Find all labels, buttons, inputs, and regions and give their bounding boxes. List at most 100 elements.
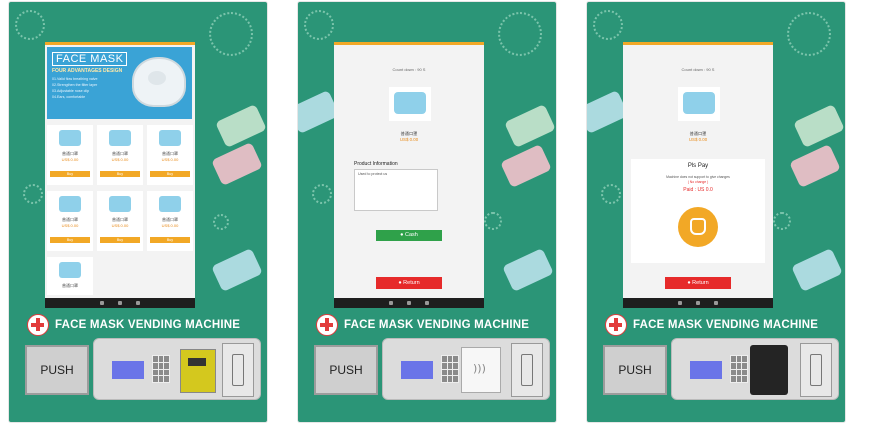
n95-mask-image xyxy=(132,57,186,107)
push-door[interactable]: PUSH xyxy=(314,345,378,395)
return-button[interactable]: ● Return xyxy=(376,277,442,289)
back-icon[interactable] xyxy=(389,301,393,305)
return-button-label: Return xyxy=(403,280,420,286)
lcd-display xyxy=(112,361,144,379)
virus-decoration xyxy=(15,10,45,40)
mask-icon xyxy=(159,196,181,212)
coin-slot[interactable] xyxy=(800,343,832,397)
mask-decoration xyxy=(500,144,552,188)
buy-button[interactable]: Buy xyxy=(50,237,90,243)
virus-decoration xyxy=(787,12,831,56)
nfc-reader[interactable] xyxy=(461,347,501,393)
touch-screen[interactable]: Count down : 90 S 普通口罩 US$ 0.00 Pls Pay … xyxy=(623,42,773,308)
push-door[interactable]: PUSH xyxy=(603,345,667,395)
buy-button[interactable]: Buy xyxy=(150,171,190,177)
keypad[interactable] xyxy=(152,355,170,383)
red-cross-icon xyxy=(316,314,338,336)
machine-title: FACE MASK VENDING MACHINE xyxy=(344,319,530,331)
return-button-label: Return xyxy=(692,280,709,286)
vending-machine-1: FACE MASK FOUR ADVANTAGES DESIGN 01.Vali… xyxy=(9,2,267,422)
virus-decoration xyxy=(484,212,502,230)
recent-icon[interactable] xyxy=(425,301,429,305)
android-nav-bar xyxy=(334,298,484,308)
product-card[interactable]: 普通口罩 US$ 0.00 Buy xyxy=(47,191,93,251)
android-nav-bar xyxy=(45,298,195,308)
virus-decoration xyxy=(773,212,791,230)
mask-icon xyxy=(109,196,131,212)
product-price: US$ 0.00 xyxy=(61,157,79,162)
payment-panel xyxy=(93,338,261,400)
mask-decoration xyxy=(789,144,841,188)
pay-title: Pls Pay xyxy=(687,163,709,169)
home-icon[interactable] xyxy=(407,301,411,305)
mask-icon xyxy=(109,130,131,146)
bill-acceptor[interactable] xyxy=(750,345,788,395)
mask-icon xyxy=(394,92,426,114)
red-cross-icon xyxy=(27,314,49,336)
home-icon[interactable] xyxy=(696,301,700,305)
red-cross-icon xyxy=(605,314,627,336)
banner-line: 03.Adjustable nose clip xyxy=(52,89,89,93)
banner-line: 04.Ears, comfortable xyxy=(52,95,86,99)
product-price: US$ 0.00 xyxy=(399,137,419,142)
buy-button[interactable]: Buy xyxy=(100,171,140,177)
product-card[interactable]: 普通口罩 US$ 0.00 Buy xyxy=(47,125,93,185)
coin-slot[interactable] xyxy=(511,343,543,397)
virus-decoration xyxy=(209,12,253,56)
machine-title: FACE MASK VENDING MACHINE xyxy=(633,319,819,331)
keypad[interactable] xyxy=(730,355,748,383)
payment-panel xyxy=(382,338,550,400)
product-price: US$ 0.00 xyxy=(688,137,708,142)
machine-title: FACE MASK VENDING MACHINE xyxy=(55,319,241,331)
lcd-display xyxy=(401,361,433,379)
mask-decoration xyxy=(791,248,843,292)
back-icon[interactable] xyxy=(678,301,682,305)
virus-decoration xyxy=(23,184,43,204)
mask-decoration xyxy=(211,248,263,292)
product-card[interactable]: 普通口罩 US$ 0.00 Buy xyxy=(97,125,143,185)
countdown-header: Count down : 90 S xyxy=(392,67,426,72)
machine-title-bar: FACE MASK VENDING MACHINE xyxy=(27,312,257,338)
pay-note: Machine does not support to give changes xyxy=(666,175,730,179)
banner-line: 02.Strengthen the filter layer xyxy=(52,83,98,87)
product-info-box: Used to protect us xyxy=(354,169,438,211)
banner-line: 01.Valid flow breathing valve xyxy=(52,77,98,81)
product-card[interactable]: 普通口罩 US$ 0.00 Buy xyxy=(97,191,143,251)
cash-button-label: Cash xyxy=(405,232,418,238)
mask-icon xyxy=(683,92,715,114)
product-info-text: Used to protect us xyxy=(358,172,388,176)
push-door[interactable]: PUSH xyxy=(25,345,89,395)
home-icon[interactable] xyxy=(118,301,122,305)
return-button[interactable]: ● Return xyxy=(665,277,731,289)
back-icon[interactable] xyxy=(100,301,104,305)
buy-button[interactable]: Buy xyxy=(150,237,190,243)
product-info-label: Product Information xyxy=(354,161,398,167)
product-price: US$ 0.00 xyxy=(161,157,179,162)
touch-screen[interactable]: FACE MASK FOUR ADVANTAGES DESIGN 01.Vali… xyxy=(45,42,195,308)
card-reader[interactable] xyxy=(180,349,216,393)
product-price: US$ 0.00 xyxy=(111,157,129,162)
payment-panel xyxy=(671,338,839,400)
keypad[interactable] xyxy=(441,355,459,383)
product-price: US$ 0.00 xyxy=(111,223,129,228)
product-image xyxy=(389,87,431,121)
touch-screen[interactable]: Count down : 90 S 普通口罩 US$ 0.00 Product … xyxy=(334,42,484,308)
buy-button[interactable]: Buy xyxy=(50,171,90,177)
coin-icon xyxy=(678,207,718,247)
cash-button[interactable]: ● Cash xyxy=(376,230,442,241)
countdown-header: Count down : 90 S xyxy=(681,67,715,72)
virus-decoration xyxy=(304,10,334,40)
recent-icon[interactable] xyxy=(714,301,718,305)
banner-title: FACE MASK xyxy=(52,52,128,66)
product-card[interactable]: 普通口罩 US$ 0.00 Buy xyxy=(147,125,193,185)
coin-slot[interactable] xyxy=(222,343,254,397)
lcd-display xyxy=(690,361,722,379)
product-card[interactable]: 普通口罩 US$ 0.00 Buy xyxy=(147,191,193,251)
buy-button[interactable]: Buy xyxy=(100,237,140,243)
pay-change-note: ( No change ) xyxy=(687,180,709,184)
vending-machine-3: Count down : 90 S 普通口罩 US$ 0.00 Pls Pay … xyxy=(587,2,845,422)
virus-decoration xyxy=(601,184,621,204)
product-card[interactable]: 普通口罩 xyxy=(47,257,93,295)
recent-icon[interactable] xyxy=(136,301,140,305)
virus-decoration xyxy=(213,214,229,230)
